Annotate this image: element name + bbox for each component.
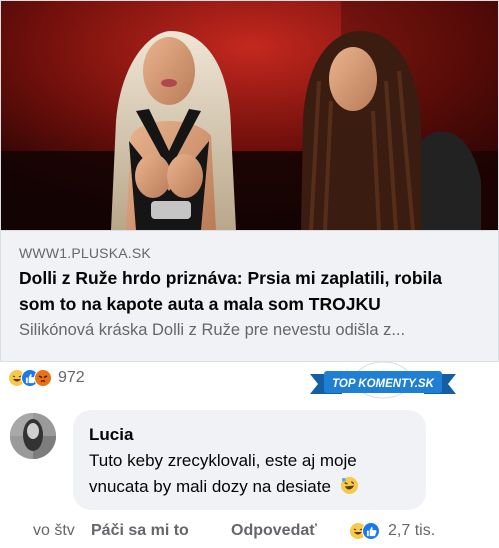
comment-actions: vo štv Páči sa mi to Odpovedať 2,7 tis. [33,519,435,543]
comment-body: Tuto keby zrecyklovali, este aj moje vnu… [89,451,357,496]
rofl-emoji-icon [340,476,359,495]
shared-link-post[interactable]: WWW1.PLUSKA.SK Dolli z Ruže hrdo priznáv… [0,0,499,362]
post-reactions[interactable]: 972 [8,366,85,390]
link-preview-text[interactable]: WWW1.PLUSKA.SK Dolli z Ruže hrdo priznáv… [1,230,498,361]
like-button[interactable]: Páči sa mi to [91,522,231,540]
avatar[interactable] [10,413,56,459]
comment-text: Tuto keby zrecyklovali, este aj moje vnu… [89,448,410,500]
comment-timestamp[interactable]: vo štv [33,522,91,540]
like-reaction-icon [362,522,380,540]
top-komenty-badge: TOP KOMENTY.SK [306,360,460,408]
angry-reaction-icon [34,369,52,387]
comment-reaction-count: 2,7 tis. [388,522,436,539]
comment-author[interactable]: Lucia [89,424,410,446]
link-title[interactable]: Dolli z Ruže hrdo priznáva: Prsia mi zap… [19,265,482,317]
link-description: Silikónová kráska Dolli z Ruže pre neves… [19,321,406,339]
comment: Lucia Tuto keby zrecyklovali, este aj mo… [0,405,499,548]
reply-button[interactable]: Odpovedať [231,522,349,540]
link-domain: WWW1.PLUSKA.SK [19,245,151,261]
reaction-count[interactable]: 972 [58,369,85,387]
comment-reactions[interactable]: 2,7 tis. [349,522,435,540]
comment-bubble: Lucia Tuto keby zrecyklovali, este aj mo… [73,410,426,510]
video-thumbnail-illustration [1,1,498,230]
badge-text: TOP KOMENTY.SK [332,378,435,390]
link-preview-image[interactable] [1,1,498,230]
